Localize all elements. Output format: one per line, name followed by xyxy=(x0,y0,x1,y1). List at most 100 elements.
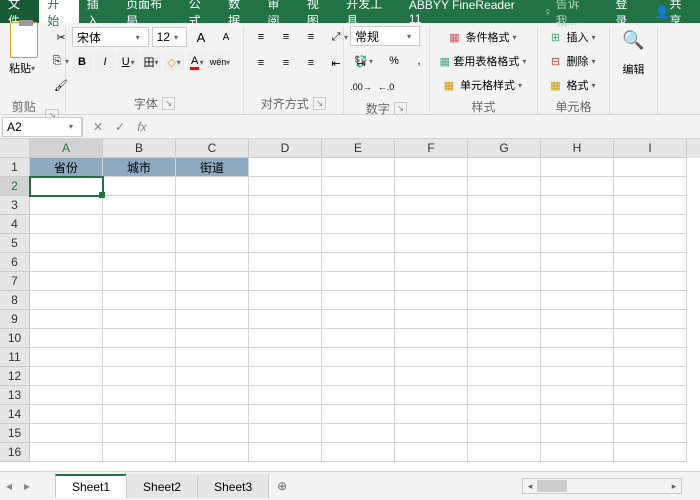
cell-E13[interactable] xyxy=(322,386,395,405)
cell-D13[interactable] xyxy=(249,386,322,405)
cancel-icon[interactable]: ✕ xyxy=(91,120,105,134)
cell-C6[interactable] xyxy=(176,253,249,272)
cell-C8[interactable] xyxy=(176,291,249,310)
col-header-G[interactable]: G xyxy=(468,139,541,158)
cell-I12[interactable] xyxy=(614,367,687,386)
cell-E12[interactable] xyxy=(322,367,395,386)
percent-button[interactable]: % xyxy=(383,50,405,72)
cell-H6[interactable] xyxy=(541,253,614,272)
cell-I15[interactable] xyxy=(614,424,687,443)
cell-B1[interactable]: 城市 xyxy=(103,158,176,177)
row-header-9[interactable]: 9 xyxy=(0,310,30,329)
tell-me[interactable]: ♀ 告诉我... xyxy=(535,0,607,23)
accounting-button[interactable]: 💱▾ xyxy=(350,50,380,72)
cell-C4[interactable] xyxy=(176,215,249,234)
cell-G6[interactable] xyxy=(468,253,541,272)
cell-H5[interactable] xyxy=(541,234,614,253)
cell-C2[interactable] xyxy=(176,177,249,196)
row-header-14[interactable]: 14 xyxy=(0,405,30,424)
border-button[interactable]: 田▾ xyxy=(141,52,161,72)
fx-icon[interactable]: fx xyxy=(135,120,149,134)
cell-F8[interactable] xyxy=(395,291,468,310)
number-format-select[interactable]: 常规▾ xyxy=(350,26,420,46)
select-all-button[interactable] xyxy=(0,139,30,158)
row-header-1[interactable]: 1 xyxy=(0,158,30,177)
row-header-10[interactable]: 10 xyxy=(0,329,30,348)
cell-F11[interactable] xyxy=(395,348,468,367)
cell-H10[interactable] xyxy=(541,329,614,348)
cell-F10[interactable] xyxy=(395,329,468,348)
cell-I7[interactable] xyxy=(614,272,687,291)
cell-F4[interactable] xyxy=(395,215,468,234)
cell-F16[interactable] xyxy=(395,443,468,462)
cell-styles-button[interactable]: ▦单元格样式▾ xyxy=(436,74,531,96)
row-header-15[interactable]: 15 xyxy=(0,424,30,443)
cell-G1[interactable] xyxy=(468,158,541,177)
cell-A5[interactable] xyxy=(30,234,103,253)
insert-cells-button[interactable]: ⊞插入▾ xyxy=(544,26,603,48)
cell-A13[interactable] xyxy=(30,386,103,405)
cell-I10[interactable] xyxy=(614,329,687,348)
cell-D16[interactable] xyxy=(249,443,322,462)
align-left-button[interactable]: ≡ xyxy=(250,52,272,74)
cell-B14[interactable] xyxy=(103,405,176,424)
cell-I4[interactable] xyxy=(614,215,687,234)
cell-G2[interactable] xyxy=(468,177,541,196)
cell-I6[interactable] xyxy=(614,253,687,272)
cell-A12[interactable] xyxy=(30,367,103,386)
cell-C12[interactable] xyxy=(176,367,249,386)
col-header-I[interactable]: I xyxy=(614,139,687,158)
cell-C11[interactable] xyxy=(176,348,249,367)
formula-input[interactable] xyxy=(157,120,700,134)
conditional-format-button[interactable]: ▦条件格式▾ xyxy=(436,26,531,48)
cell-H12[interactable] xyxy=(541,367,614,386)
cell-E16[interactable] xyxy=(322,443,395,462)
cell-F1[interactable] xyxy=(395,158,468,177)
cell-D8[interactable] xyxy=(249,291,322,310)
tab-developer[interactable]: 开发工具 xyxy=(338,0,401,23)
cell-D5[interactable] xyxy=(249,234,322,253)
cell-D6[interactable] xyxy=(249,253,322,272)
cell-B2[interactable] xyxy=(103,177,176,196)
bold-button[interactable]: B xyxy=(72,52,92,72)
cell-G14[interactable] xyxy=(468,405,541,424)
cell-H2[interactable] xyxy=(541,177,614,196)
format-cells-button[interactable]: ▦格式▾ xyxy=(544,74,603,96)
cell-C3[interactable] xyxy=(176,196,249,215)
cell-A11[interactable] xyxy=(30,348,103,367)
align-middle-button[interactable]: ≡ xyxy=(275,26,297,48)
cell-A9[interactable] xyxy=(30,310,103,329)
cell-D15[interactable] xyxy=(249,424,322,443)
col-header-E[interactable]: E xyxy=(322,139,395,158)
cell-D7[interactable] xyxy=(249,272,322,291)
row-header-12[interactable]: 12 xyxy=(0,367,30,386)
cell-H11[interactable] xyxy=(541,348,614,367)
cell-F13[interactable] xyxy=(395,386,468,405)
cell-B10[interactable] xyxy=(103,329,176,348)
cell-B6[interactable] xyxy=(103,253,176,272)
cell-F14[interactable] xyxy=(395,405,468,424)
sheet-tab-1[interactable]: Sheet1 xyxy=(55,474,127,498)
cell-E5[interactable] xyxy=(322,234,395,253)
find-button[interactable]: 🔍 xyxy=(620,26,648,54)
tab-addin[interactable]: ABBYY FineReader 11 xyxy=(401,0,535,23)
cell-B4[interactable] xyxy=(103,215,176,234)
cell-E4[interactable] xyxy=(322,215,395,234)
cell-E10[interactable] xyxy=(322,329,395,348)
tab-data[interactable]: 数据 xyxy=(220,0,259,23)
font-color-button[interactable]: A▾ xyxy=(187,52,207,72)
cell-E6[interactable] xyxy=(322,253,395,272)
cell-A6[interactable] xyxy=(30,253,103,272)
cell-D4[interactable] xyxy=(249,215,322,234)
cell-D11[interactable] xyxy=(249,348,322,367)
col-header-D[interactable]: D xyxy=(249,139,322,158)
cell-D3[interactable] xyxy=(249,196,322,215)
underline-button[interactable]: U▾ xyxy=(118,52,138,72)
cell-E14[interactable] xyxy=(322,405,395,424)
sheet-tab-2[interactable]: Sheet2 xyxy=(126,474,198,498)
cell-H3[interactable] xyxy=(541,196,614,215)
cell-F2[interactable] xyxy=(395,177,468,196)
cell-A8[interactable] xyxy=(30,291,103,310)
login-button[interactable]: 登录 xyxy=(607,0,646,23)
phonetic-button[interactable]: wén▾ xyxy=(210,52,230,72)
